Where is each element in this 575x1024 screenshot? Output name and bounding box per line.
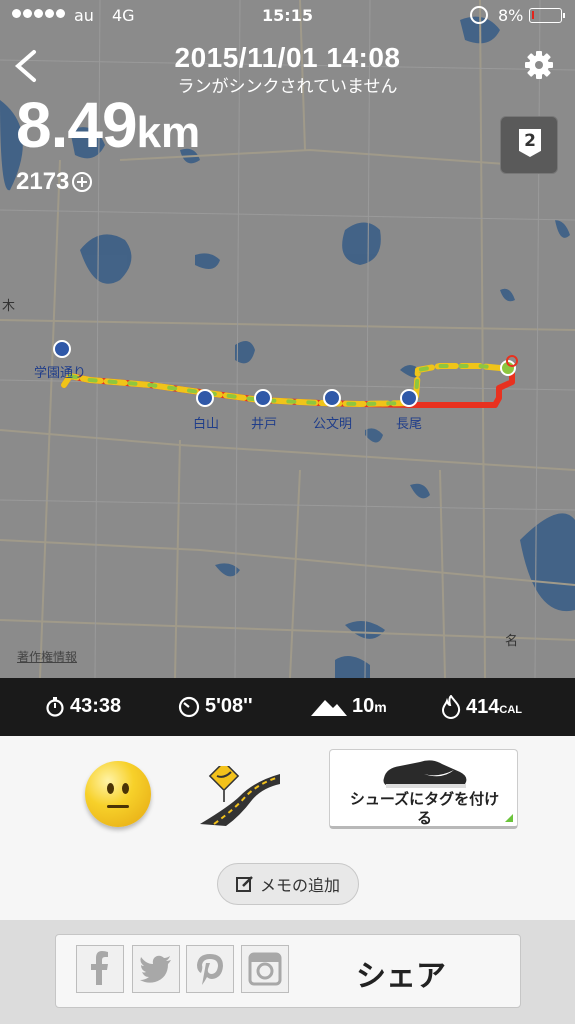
add-memo-button[interactable]: メモの追加 <box>217 863 359 905</box>
orientation-lock-icon <box>470 6 488 24</box>
mountain-icon <box>311 699 347 716</box>
stat-duration: 43:38 <box>45 695 121 718</box>
running-shoe-icon <box>383 760 467 788</box>
elevation-value: 10 <box>352 695 375 717</box>
map-label-kumonmyo: 公文明 <box>313 417 353 432</box>
stat-calories: 414CAL <box>441 695 522 719</box>
calories-value: 414 <box>466 695 500 718</box>
map-label-na: 名 <box>505 634 519 649</box>
settings-button[interactable] <box>522 48 556 82</box>
nikefuel-display: 2173 <box>16 168 93 196</box>
stat-elevation: 10m <box>311 695 387 718</box>
stat-pace: 5'08'' <box>178 695 253 718</box>
nikefuel-value: 2173 <box>16 168 70 195</box>
road-icon[interactable] <box>200 760 280 826</box>
corner-triangle-icon <box>505 814 513 822</box>
map-label-nagao: 長尾 <box>396 417 423 432</box>
status-bar: au 4G 15:15 8% <box>0 0 575 32</box>
tag-shoes-button[interactable]: シューズにタグを付ける <box>329 749 518 829</box>
station-icon <box>196 389 214 407</box>
station-icon <box>323 389 341 407</box>
battery-percent: 8% <box>498 6 524 25</box>
distance-value: 8.49 <box>16 89 138 161</box>
duration-value: 43:38 <box>70 695 122 717</box>
map-label-ki: 木 <box>2 299 16 314</box>
add-memo-label: メモの追加 <box>259 876 340 895</box>
distance-unit: km <box>136 108 201 157</box>
stats-bar: 43:38 5'08'' 10m 414CAL <box>0 678 575 736</box>
edit-icon <box>235 876 253 892</box>
flame-icon <box>441 695 461 719</box>
map-label-hakusan: 白山 <box>193 417 220 432</box>
lap-badge-count: 2 <box>524 131 536 151</box>
pinterest-icon[interactable] <box>186 945 234 993</box>
share-section: シェア <box>0 920 575 1024</box>
stopwatch-icon <box>46 696 64 717</box>
share-button[interactable]: シェア <box>55 934 521 1008</box>
neutral-face-icon[interactable] <box>85 761 151 827</box>
run-date: 2015/11/01 14:08 <box>174 42 401 73</box>
lap-badge-button[interactable]: 2 <box>500 116 558 174</box>
speedometer-icon <box>178 696 200 717</box>
twitter-icon[interactable] <box>132 945 180 993</box>
pace-value: 5'08'' <box>205 695 253 717</box>
station-icon <box>53 340 71 358</box>
plus-circle-icon <box>72 172 93 192</box>
station-icon <box>254 389 272 407</box>
station-icon <box>400 389 418 407</box>
distance-display: 8.49km <box>16 88 200 162</box>
tag-shoes-label: シューズにタグを付ける <box>349 790 500 827</box>
battery-icon <box>529 8 565 23</box>
copyright-link[interactable]: 著作権情報 <box>17 648 77 665</box>
instagram-icon[interactable] <box>241 945 289 993</box>
run-feedback-section: シューズにタグを付ける メモの追加 <box>0 736 575 920</box>
elevation-unit: m <box>374 699 387 715</box>
map-label-ido: 井戸 <box>251 417 278 432</box>
gear-icon <box>525 51 553 79</box>
facebook-icon[interactable] <box>76 945 124 993</box>
map-label-gakuen: 学園通り <box>34 366 87 381</box>
share-label: シェア <box>356 959 446 994</box>
calories-unit: CAL <box>499 703 522 716</box>
status-time: 15:15 <box>262 6 313 25</box>
